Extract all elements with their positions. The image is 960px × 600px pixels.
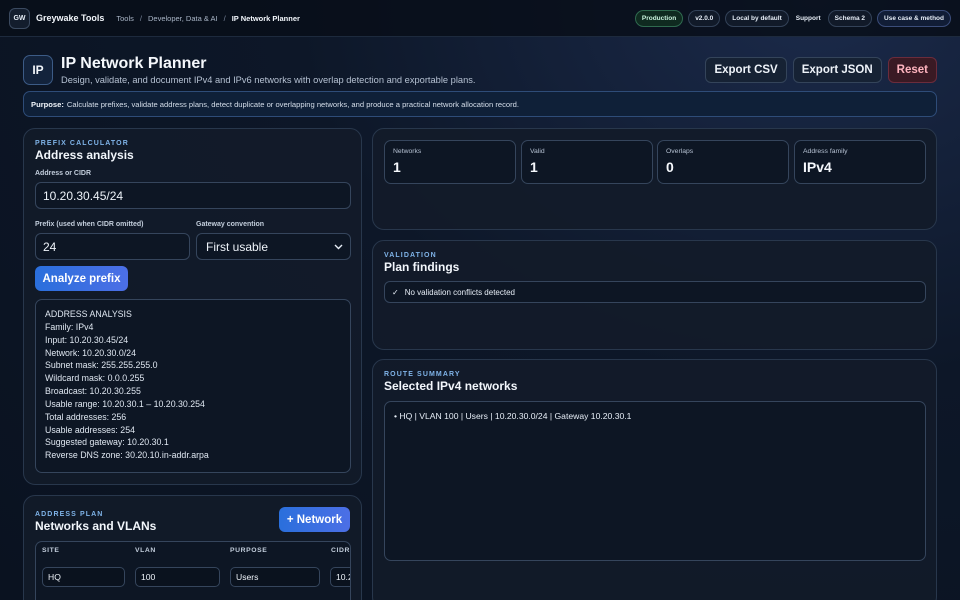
result-line: Subnet mask: 255.255.255.0 — [45, 360, 158, 371]
purpose-label: Purpose: — [31, 99, 64, 109]
local-badge: Local by default — [725, 9, 789, 27]
add-network-button[interactable]: + Network — [279, 507, 350, 532]
result-line: ADDRESS ANALYSIS — [45, 309, 132, 319]
stat-card-valid: Valid 1 — [521, 140, 653, 184]
result-line: Usable range: 10.20.30.1 – 10.20.30.254 — [45, 398, 205, 409]
brand-logo[interactable]: GW — [9, 7, 30, 29]
route-item: • HQ | VLAN 100 | Users | 10.20.30.0/24 … — [394, 411, 632, 421]
stat-value: IPv4 — [803, 159, 832, 175]
result-line: Usable addresses: 254 — [45, 424, 135, 435]
vlan-input[interactable]: 100 — [135, 567, 220, 587]
calculator-title: Address analysis — [35, 148, 134, 162]
address-input[interactable] — [35, 182, 351, 209]
gateway-select-value: First usable — [206, 239, 269, 254]
prefix-label: Prefix (used when CIDR omitted) — [35, 221, 144, 228]
result-line: Family: IPv4 — [45, 321, 94, 332]
brand-name[interactable]: Greywake Tools — [36, 13, 104, 23]
stat-value: 1 — [530, 159, 538, 175]
column-header-cidr: CIDR — [331, 547, 351, 554]
validation-eyebrow: VALIDATION — [384, 252, 437, 259]
result-line: Suggested gateway: 10.20.30.1 — [45, 437, 169, 448]
site-input[interactable]: HQ — [42, 567, 125, 587]
prefix-input[interactable] — [35, 233, 190, 260]
breadcrumb-current: IP Network Planner — [231, 13, 300, 23]
routes-eyebrow: ROUTE SUMMARY — [384, 371, 461, 378]
column-header-site: SITE — [42, 547, 60, 554]
stat-card-overlaps: Overlaps 0 — [657, 140, 789, 184]
top-bar: GW Greywake Tools Tools / Developer, Dat… — [0, 0, 960, 37]
purpose-input[interactable]: Users — [230, 567, 320, 587]
analyze-prefix-button[interactable]: Analyze prefix — [35, 266, 128, 291]
chevron-down-icon — [334, 244, 343, 249]
result-line: Wildcard mask: 0.0.0.255 — [45, 373, 145, 384]
column-header-vlan: VLAN — [135, 547, 156, 554]
calculator-eyebrow: PREFIX CALCULATOR — [35, 140, 129, 147]
breadcrumb-category[interactable]: Developer, Data & AI — [148, 14, 218, 23]
result-line: Input: 10.20.30.45/24 — [45, 334, 129, 345]
networks-table: SITE VLAN PURPOSE CIDR HQ 100 Users 10.2… — [35, 541, 351, 600]
page-title: IP Network Planner — [61, 55, 207, 72]
validation-title: Plan findings — [384, 260, 460, 274]
validation-panel: VALIDATION Plan findings ✓ No validation… — [372, 240, 937, 350]
analysis-result: ADDRESS ANALYSIS Family: IPv4 Input: 10.… — [35, 299, 351, 473]
stat-label: Valid — [530, 148, 545, 155]
purpose-text: Calculate prefixes, validate address pla… — [66, 99, 520, 109]
page-subtitle: Design, validate, and document IPv4 and … — [61, 75, 476, 85]
gateway-label: Gateway convention — [196, 221, 265, 228]
support-link[interactable]: Support — [794, 10, 823, 27]
breadcrumb-tools[interactable]: Tools — [116, 14, 134, 23]
breadcrumb-separator: / — [139, 13, 142, 23]
purpose-banner: Purpose: Calculate prefixes, validate ad… — [23, 91, 937, 117]
prefix-calculator-panel: PREFIX CALCULATOR Address analysis Addre… — [23, 128, 362, 485]
column-header-purpose: PURPOSE — [230, 547, 268, 554]
stat-value: 1 — [393, 159, 401, 175]
version-badge: v2.0.0 — [688, 9, 721, 27]
breadcrumb-separator: / — [223, 13, 226, 23]
routes-title: Selected IPv4 networks — [384, 379, 518, 393]
stat-card-networks: Networks 1 — [384, 140, 516, 184]
app-icon: IP — [23, 55, 53, 85]
address-plan-panel: ADDRESS PLAN Networks and VLANs + Networ… — [23, 495, 362, 600]
stat-card-address-family: Address family IPv4 — [794, 140, 926, 184]
stats-panel: Networks 1 Valid 1 Overlaps 0 Address fa… — [372, 128, 937, 230]
breadcrumb: Tools / Developer, Data & AI / IP Networ… — [116, 14, 300, 23]
stat-value: 0 — [666, 159, 674, 175]
reset-button[interactable]: Reset — [887, 57, 937, 83]
schema-badge: Schema 2 — [827, 9, 873, 27]
gateway-select[interactable]: First usable — [196, 233, 351, 260]
route-list: • HQ | VLAN 100 | Users | 10.20.30.0/24 … — [384, 401, 926, 561]
export-csv-button[interactable]: Export CSV — [705, 57, 787, 83]
result-line: Broadcast: 10.20.30.255 — [45, 386, 141, 397]
export-json-button[interactable]: Export JSON — [792, 57, 882, 83]
validation-finding: ✓ No validation conflicts detected — [384, 281, 926, 303]
route-summary-panel: ROUTE SUMMARY Selected IPv4 networks • H… — [372, 359, 937, 600]
production-badge: Production — [634, 9, 684, 27]
page-header: IP IP Network Planner Design, validate, … — [23, 52, 937, 88]
stat-label: Overlaps — [666, 148, 694, 155]
address-label: Address or CIDR — [35, 170, 92, 177]
check-icon: ✓ — [392, 287, 399, 297]
result-line: Network: 10.20.30.0/24 — [45, 347, 136, 358]
plan-title: Networks and VLANs — [35, 519, 157, 533]
result-line: Total addresses: 256 — [45, 411, 127, 422]
result-line: Reverse DNS zone: 30.20.10.in-addr.arpa — [45, 450, 209, 461]
finding-text: No validation conflicts detected — [404, 287, 515, 297]
plan-eyebrow: ADDRESS PLAN — [35, 511, 104, 518]
stat-label: Networks — [393, 148, 422, 155]
stat-label: Address family — [803, 148, 848, 155]
cidr-input[interactable]: 10.20.30.0/24 — [330, 567, 350, 587]
use-case-button[interactable]: Use case & method — [877, 9, 951, 27]
